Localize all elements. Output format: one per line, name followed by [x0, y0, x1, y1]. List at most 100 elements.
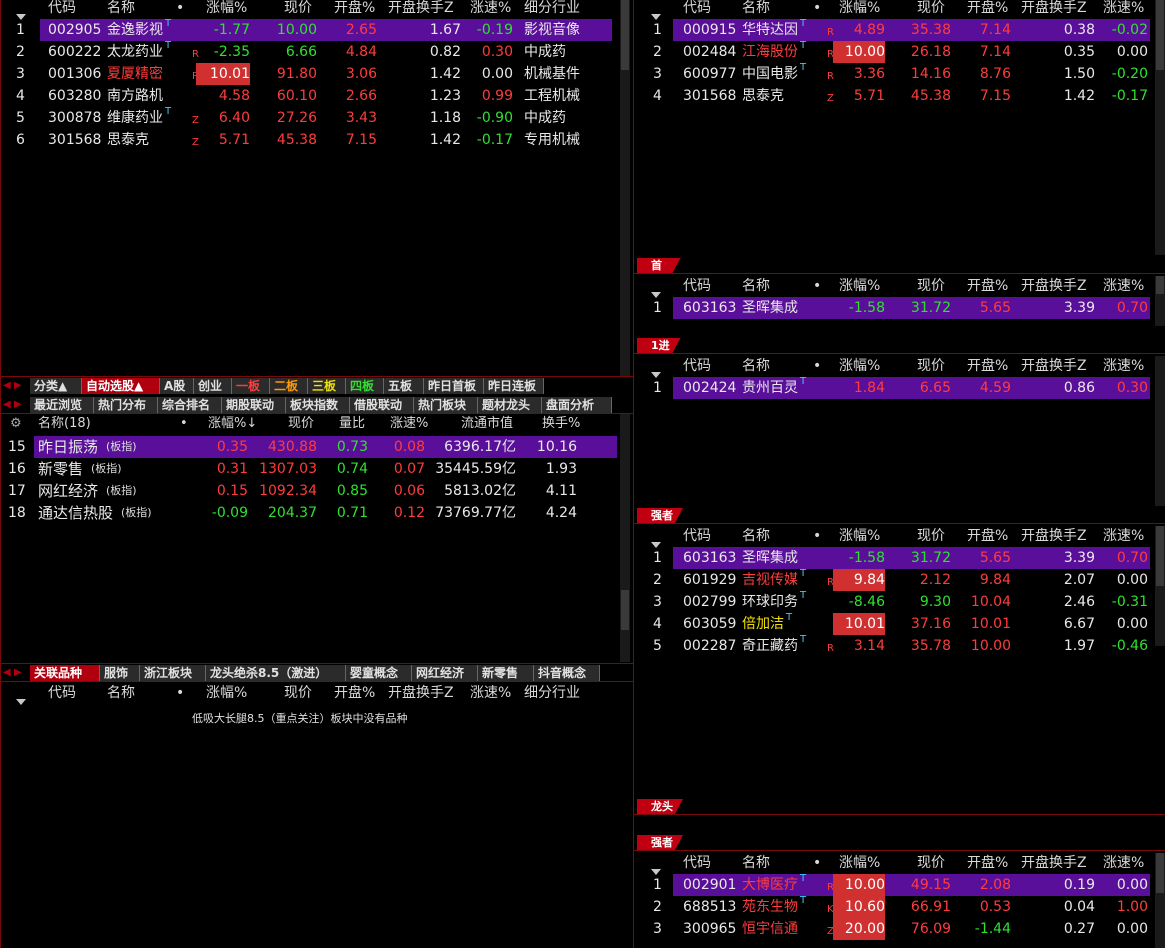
right-col-0[interactable]: 代码: [683, 355, 711, 377]
right-col-1[interactable]: 名称: [742, 275, 770, 297]
tab-arrows-icon[interactable]: ◀ ▶: [3, 397, 22, 413]
tab-tabs3-0[interactable]: 关联品种: [30, 665, 100, 681]
gear-icon[interactable]: ⚙: [10, 414, 22, 435]
right-col-2[interactable]: •: [813, 525, 821, 547]
table-row[interactable]: 5 300878 维康药业 T Z 6.40 27.26 3.43 1.18 -0.90 中成药: [0, 106, 612, 129]
right-col-0[interactable]: 代码: [683, 525, 711, 547]
col-speed[interactable]: 涨速%: [390, 414, 428, 435]
right-col-2[interactable]: •: [813, 355, 821, 377]
right-col-4[interactable]: 现价: [917, 0, 945, 19]
right-col-6[interactable]: 开盘换手Z: [1021, 275, 1087, 297]
tab-tabs1-4[interactable]: 一板: [232, 378, 270, 394]
right-col-7[interactable]: 涨速%: [1103, 355, 1144, 377]
right-col-6[interactable]: 开盘换手Z: [1021, 0, 1087, 19]
col-name[interactable]: 名称: [107, 0, 135, 19]
right-col-4[interactable]: 现价: [917, 525, 945, 547]
table-row[interactable]: 2 688513 苑东生物 T K 10.60 66.91 0.53 0.04 1.00: [637, 895, 1150, 918]
section-title[interactable]: 强者恒强8.5（龙头预选）: [637, 508, 683, 523]
col-price[interactable]: 现价: [288, 414, 314, 435]
col-change[interactable]: 涨幅%: [206, 0, 247, 19]
table-row[interactable]: 15 昨日振荡 (板指) 0.35 430.88 0.73 0.08 6396.17亿 10.1…: [8, 436, 617, 458]
right-col-5[interactable]: 开盘%: [967, 275, 1008, 297]
col-industry[interactable]: 细分行业: [524, 0, 580, 19]
dropdown-icon[interactable]: [16, 690, 26, 712]
right-scrollbar[interactable]: [1155, 853, 1165, 948]
tab-arrows-icon[interactable]: ◀ ▶: [3, 378, 22, 394]
tab-tabs1-2[interactable]: A股: [160, 378, 194, 394]
table-row[interactable]: 2 601929 吉视传媒 T R 9.84 2.12 9.84 2.07 0.00: [637, 568, 1150, 591]
col-cap[interactable]: 流通市值: [461, 414, 513, 435]
table-row[interactable]: 3 600977 中国电影 T R 3.36 14.16 8.76 1.50 -0.20: [637, 62, 1150, 85]
right-col-2[interactable]: •: [813, 275, 821, 297]
col-change-sorted[interactable]: 涨幅%↓: [208, 414, 257, 435]
tab-tabs2-2[interactable]: 综合排名: [158, 397, 222, 413]
right-col-6[interactable]: 开盘换手Z: [1021, 525, 1087, 547]
right-col-5[interactable]: 开盘%: [967, 525, 1008, 547]
tab-tabs3-7[interactable]: 抖音概念: [534, 665, 600, 681]
col-code[interactable]: 代码: [48, 0, 76, 19]
tab-tabs2-8[interactable]: 盘面分析: [542, 397, 612, 413]
right-col-1[interactable]: 名称: [742, 355, 770, 377]
tab-tabs3-1[interactable]: 服饰: [100, 665, 140, 681]
col-open-turnover[interactable]: 开盘换手Z: [388, 0, 454, 19]
right-col-7[interactable]: 涨速%: [1103, 275, 1144, 297]
section-title[interactable]: 龙头绝杀8.5（激进）: [637, 799, 683, 814]
col-open-turnover[interactable]: 开盘换手Z: [388, 682, 454, 704]
table-row[interactable]: 1 002901 大博医疗 T R 10.00 49.15 2.08 0.19 0.00: [653, 873, 1150, 896]
right-scrollbar[interactable]: [1155, 526, 1165, 646]
col-change[interactable]: 涨幅%: [206, 682, 247, 704]
table-row[interactable]: 1 603163 圣晖集成 -1.58 31.72 5.65 3.39 0.70: [653, 547, 1150, 569]
table-row[interactable]: 4 603280 南方路机 4.58 60.10 2.66 1.23 0.99 工程机械: [0, 85, 612, 107]
right-col-6[interactable]: 开盘换手Z: [1021, 355, 1087, 377]
col-name[interactable]: 名称: [107, 682, 135, 704]
table-row[interactable]: 2 600222 太龙药业 T R -2.35 6.66 4.84 0.82 0.30 中成药: [0, 40, 612, 63]
right-col-7[interactable]: 涨速%: [1103, 525, 1144, 547]
right-scrollbar[interactable]: [1155, 0, 1165, 255]
table-row[interactable]: 17 网红经济 (板指) 0.15 1092.34 0.85 0.06 5813.02亿 4.1…: [0, 480, 617, 502]
tab-tabs1-5[interactable]: 二板: [270, 378, 308, 394]
table-row[interactable]: 3 300965 恒宇信通 Z 20.00 76.09 -1.44 0.27 0.00: [637, 918, 1150, 940]
right-col-7[interactable]: 涨速%: [1103, 852, 1144, 874]
col-open[interactable]: 开盘%: [334, 682, 375, 704]
left-mid-scrollbar[interactable]: [620, 414, 630, 662]
right-col-3[interactable]: 涨幅%: [839, 355, 880, 377]
col-code[interactable]: 代码: [48, 682, 76, 704]
table-row[interactable]: 4 301568 思泰克 Z 5.71 45.38 7.15 1.42 -0.17: [637, 85, 1150, 107]
right-col-0[interactable]: 代码: [683, 275, 711, 297]
tab-tabs2-1[interactable]: 热门分布: [94, 397, 158, 413]
tab-tabs2-5[interactable]: 借股联动: [350, 397, 414, 413]
table-row[interactable]: 5 002287 奇正藏药 T R 3.14 35.78 10.00 1.97 -0.46: [637, 634, 1150, 657]
table-row[interactable]: 1 000915 华特达因 T R 4.89 35.38 7.14 0.38 -0.02: [653, 18, 1150, 41]
right-col-7[interactable]: 涨速%: [1103, 0, 1144, 19]
tab-tabs1-3[interactable]: 创业: [194, 378, 232, 394]
tab-tabs3-2[interactable]: 浙江板块: [140, 665, 206, 681]
right-col-3[interactable]: 涨幅%: [839, 852, 880, 874]
tab-tabs1-8[interactable]: 五板: [384, 378, 424, 394]
right-col-0[interactable]: 代码: [683, 0, 711, 19]
right-scrollbar[interactable]: [1155, 356, 1165, 506]
section-title[interactable]: 1进2精选8.5: [637, 338, 680, 353]
table-row[interactable]: 18 通达信热股 (板指) -0.09 204.37 0.71 0.12 73769.77亿 4…: [0, 502, 617, 524]
right-col-1[interactable]: 名称: [742, 525, 770, 547]
table-row[interactable]: 4 603059 倍加洁 T 10.01 37.16 10.01 6.67 0.00: [637, 612, 1150, 635]
right-col-1[interactable]: 名称: [742, 0, 770, 19]
table-row[interactable]: 1 603163 圣晖集成 -1.58 31.72 5.65 3.39 0.70: [653, 297, 1150, 319]
right-col-5[interactable]: 开盘%: [967, 355, 1008, 377]
tab-tabs1-10[interactable]: 昨日连板: [484, 378, 544, 394]
section-title[interactable]: 强者恒强8.5（龙头预选）: [637, 835, 683, 850]
right-col-2[interactable]: •: [813, 852, 821, 874]
col-turnover[interactable]: 换手%: [542, 414, 580, 435]
right-col-5[interactable]: 开盘%: [967, 0, 1008, 19]
right-col-0[interactable]: 代码: [683, 852, 711, 874]
table-row[interactable]: 2 002484 江海股份 T R 10.00 26.18 7.14 0.35 0.00: [637, 40, 1150, 63]
tab-tabs1-9[interactable]: 昨日首板: [424, 378, 484, 394]
col-speed[interactable]: 涨速%: [470, 0, 511, 19]
tab-tabs3-6[interactable]: 新零售: [478, 665, 534, 681]
table-row[interactable]: 3 002799 环球印务 T -8.46 9.30 10.04 2.46 -0.31: [637, 590, 1150, 613]
left-top-scrollbar[interactable]: [620, 0, 630, 376]
tab-arrows-icon[interactable]: ◀ ▶: [3, 665, 22, 681]
tab-tabs2-0[interactable]: 最近浏览: [30, 397, 94, 413]
tab-tabs2-7[interactable]: 题材龙头: [478, 397, 542, 413]
col-industry[interactable]: 细分行业: [524, 682, 580, 704]
tab-tabs2-4[interactable]: 板块指数: [286, 397, 350, 413]
